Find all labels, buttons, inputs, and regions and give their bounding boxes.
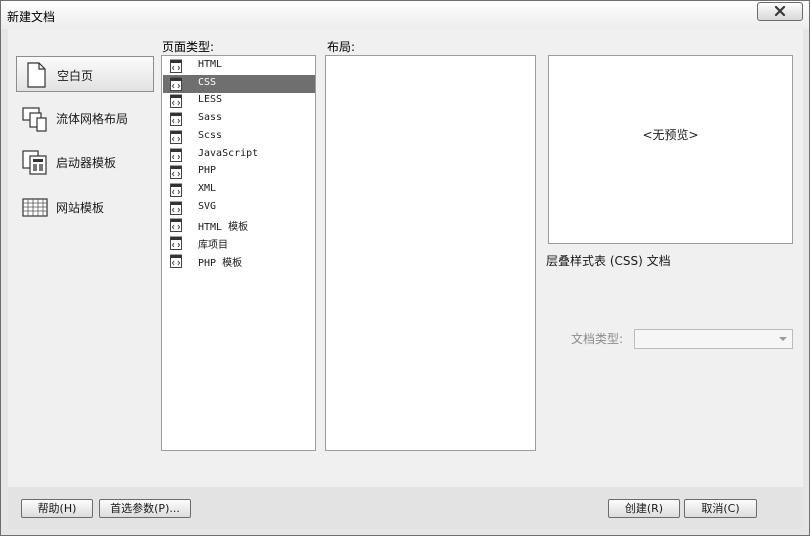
page-type-item[interactable]: 库项目 — [163, 234, 315, 252]
site-template-icon — [22, 198, 48, 217]
category-site-template[interactable]: 网站模板 — [16, 189, 154, 225]
page-type-item[interactable]: CSS — [163, 74, 315, 93]
code-file-icon — [170, 236, 182, 250]
category-starter-template[interactable]: 启动器模板 — [16, 144, 154, 180]
code-file-icon — [170, 77, 182, 91]
page-type-item[interactable]: PHP 模板 — [163, 252, 315, 270]
category-label: 启动器模板 — [56, 156, 117, 170]
page-type-label-text: XML — [198, 182, 217, 194]
category-blank-page[interactable]: 空白页 — [16, 56, 154, 92]
code-file-icon — [170, 59, 182, 73]
page-type-label-text: JavaScript — [198, 147, 259, 159]
page-type-item[interactable]: LESS — [163, 92, 315, 110]
page-type-item[interactable]: HTML 模板 — [163, 216, 315, 234]
doctype-select[interactable] — [634, 329, 793, 349]
page-type-item[interactable]: Sass — [163, 110, 315, 128]
document-description: 层叠样式表 (CSS) 文档 — [546, 254, 671, 268]
page-type-item[interactable]: JavaScript — [163, 146, 315, 164]
page-type-label-text: Scss — [198, 129, 223, 141]
layout-list[interactable] — [325, 55, 536, 451]
category-fluid-grid[interactable]: 流体网格布局 — [16, 100, 154, 136]
page-type-label-text: PHP 模板 — [198, 257, 243, 269]
page-type-label-text: LESS — [198, 94, 223, 106]
title-bar: 新建文档 — [1, 1, 809, 29]
code-file-icon — [170, 94, 182, 109]
code-file-icon — [170, 148, 182, 162]
close-button[interactable] — [757, 2, 803, 21]
code-file-icon — [170, 254, 182, 268]
category-label: 网站模板 — [56, 201, 105, 215]
page-type-item[interactable]: PHP — [163, 163, 315, 181]
code-file-icon — [170, 201, 182, 215]
code-file-icon — [170, 112, 182, 127]
starter-template-icon — [22, 150, 47, 175]
code-file-icon — [170, 218, 182, 233]
page-type-label-text: SVG — [198, 200, 217, 212]
chevron-down-icon — [779, 337, 787, 341]
page-type-label-text: CSS — [198, 76, 217, 88]
cancel-button[interactable]: 取消(C) — [684, 499, 757, 518]
create-button[interactable]: 创建(R) — [608, 499, 680, 518]
page-type-label-text: Sass — [198, 112, 223, 124]
blank-page-icon — [27, 62, 46, 88]
page-type-item[interactable]: SVG — [163, 199, 315, 217]
new-document-dialog: 新建文档 空白页 流体网格布局 启动器模板 网站模板 页面类型: HTML CS… — [0, 0, 810, 536]
fluid-grid-icon — [22, 107, 47, 132]
page-type-label-text: HTML 模板 — [198, 222, 249, 234]
layout-label: 布局: — [327, 40, 356, 54]
page-type-item[interactable]: XML — [163, 181, 315, 199]
close-icon — [774, 6, 786, 16]
preview-pane: <无预览> — [548, 55, 793, 244]
category-label: 空白页 — [57, 69, 94, 83]
code-file-icon — [170, 183, 182, 197]
category-label: 流体网格布局 — [56, 112, 129, 126]
page-type-label-text: HTML — [198, 59, 223, 70]
page-type-list[interactable]: HTML CSS LESS Sass Scss JavaScript PHP XML SVG HT… — [161, 55, 316, 451]
preview-text: <无预览> — [642, 128, 699, 142]
page-type-item[interactable]: Scss — [163, 128, 315, 146]
doctype-label: 文档类型: — [571, 332, 624, 346]
dialog-title: 新建文档 — [7, 10, 56, 24]
code-file-icon — [170, 130, 182, 144]
preferences-button[interactable]: 首选参数(P)... — [99, 499, 191, 518]
code-file-icon — [170, 165, 182, 180]
dialog-body: 空白页 流体网格布局 启动器模板 网站模板 页面类型: HTML CSS LES… — [8, 29, 803, 529]
page-type-label: 页面类型: — [162, 40, 215, 54]
page-type-label-text: 库项目 — [198, 240, 228, 251]
help-button[interactable]: 帮助(H) — [21, 499, 93, 518]
page-type-label-text: PHP — [198, 165, 217, 177]
page-type-item[interactable]: HTML — [163, 57, 315, 75]
dialog-footer: 帮助(H) 首选参数(P)... 创建(R) 取消(C) — [8, 487, 803, 529]
